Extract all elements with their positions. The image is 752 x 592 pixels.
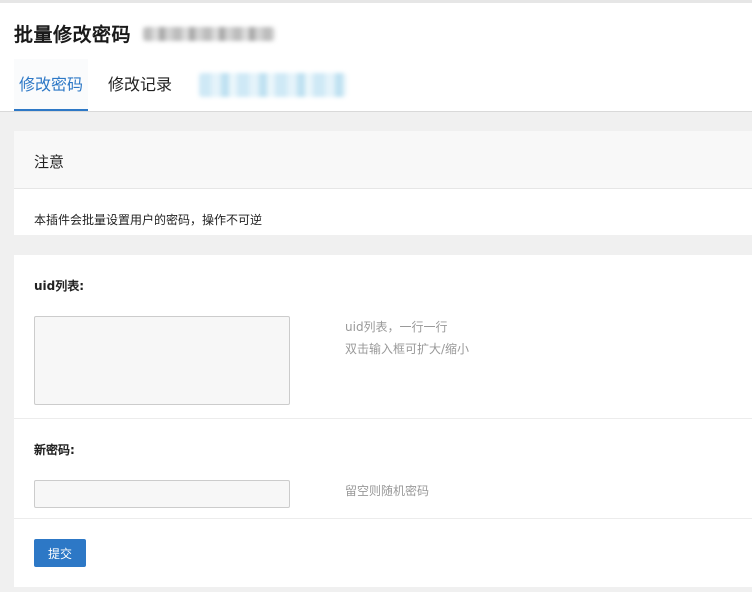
notice-panel: 注意 本插件会批量设置用户的密码，操作不可逆 (14, 131, 752, 235)
tab-change-log[interactable]: 修改记录 (102, 59, 178, 111)
tab-change-password[interactable]: 修改密码 (14, 59, 88, 111)
page-header: 批量修改密码 修改密码 修改记录 (0, 3, 752, 112)
form-divider (14, 518, 752, 519)
form-divider (14, 418, 752, 419)
notice-text: 本插件会批量设置用户的密码，操作不可逆 (34, 213, 263, 227)
redacted-tabs (199, 73, 347, 97)
page-title: 批量修改密码 (14, 24, 132, 46)
new-password-label: 新密码: (34, 443, 75, 457)
new-password-input[interactable] (34, 480, 290, 508)
new-password-hint: 留空则随机密码 (345, 484, 430, 498)
uid-list-textarea[interactable] (34, 316, 290, 405)
uid-list-label: uid列表: (34, 279, 85, 293)
uid-list-hint-2: 双击输入框可扩大/缩小 (345, 342, 470, 356)
password-form: uid列表: uid列表，一行一行 双击输入框可扩大/缩小 新密码: 留空则随机… (14, 255, 752, 587)
submit-button[interactable]: 提交 (34, 539, 86, 567)
notice-header (14, 131, 752, 189)
uid-list-hint-1: uid列表，一行一行 (345, 320, 448, 334)
redacted-title-suffix (143, 27, 275, 41)
notice-title: 注意 (34, 153, 65, 171)
